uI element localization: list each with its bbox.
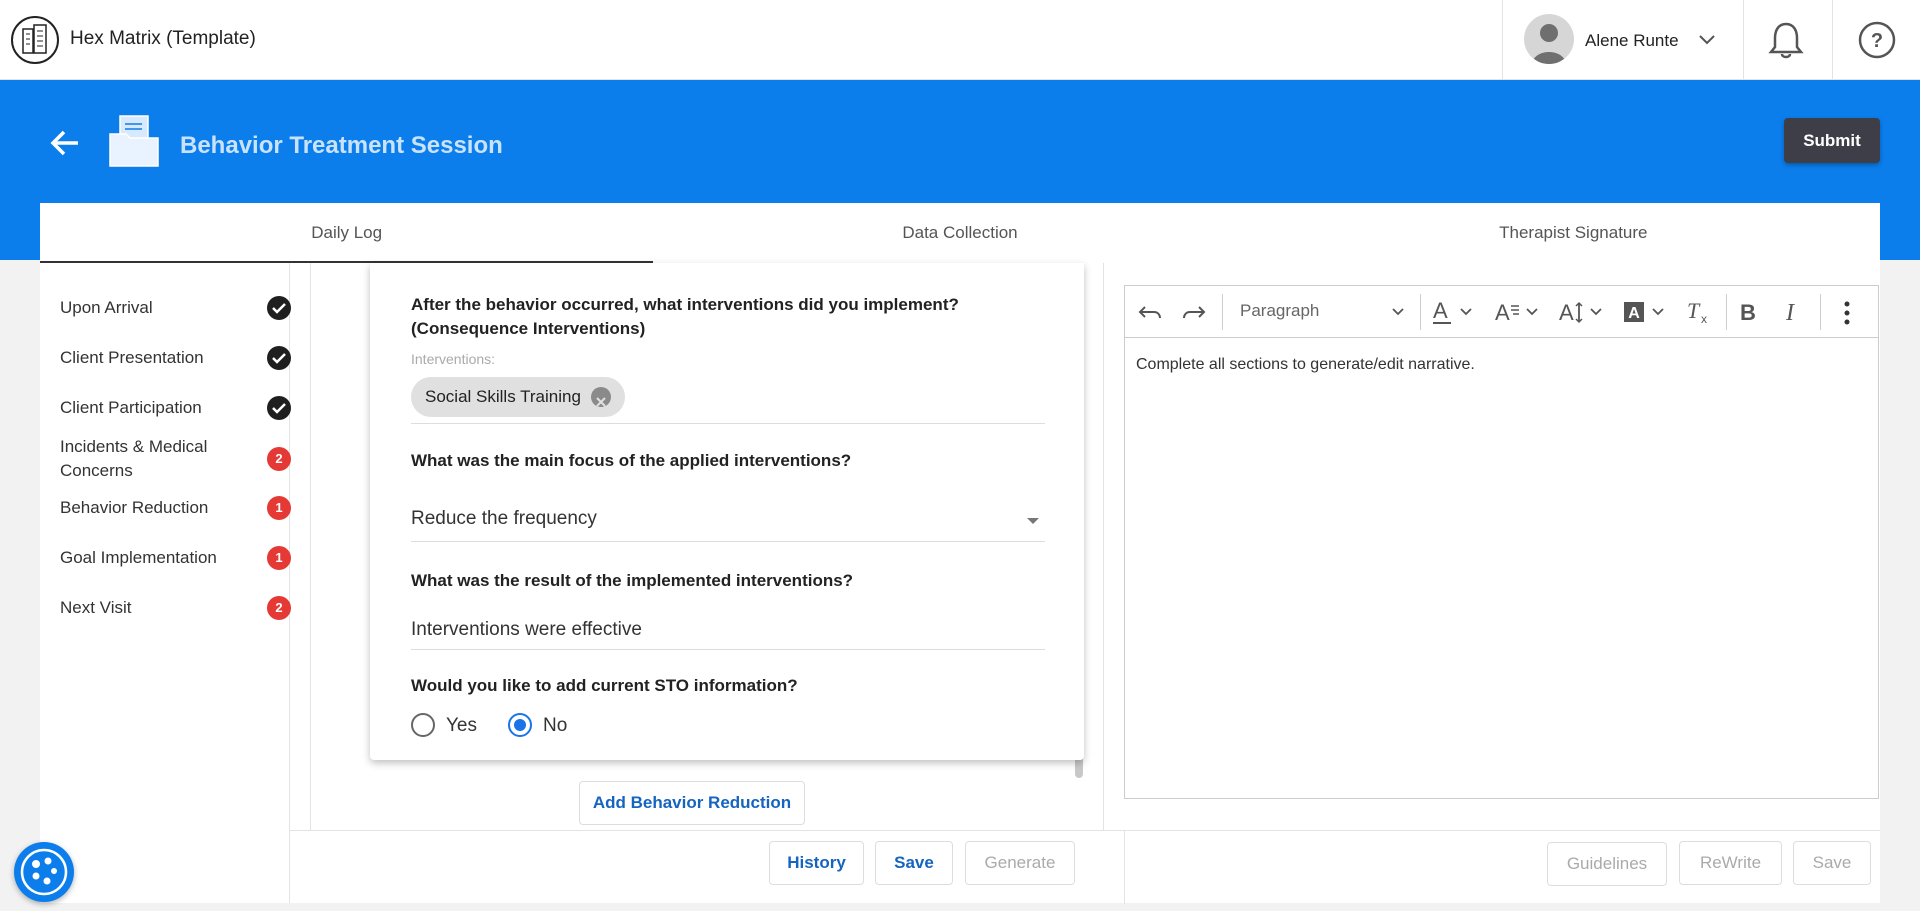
narrative-save-button[interactable]: Save	[1793, 841, 1871, 885]
paragraph-select[interactable]: Paragraph	[1240, 301, 1319, 321]
font-color-icon[interactable]: A	[1431, 298, 1477, 326]
interventions-underline	[411, 423, 1045, 424]
status-badge: 1	[267, 546, 291, 570]
status-badge: 1	[267, 496, 291, 520]
toolbar-divider	[1820, 294, 1821, 330]
folder-documents-icon	[109, 115, 159, 167]
tab-data-collection[interactable]: Data Collection	[653, 203, 1266, 263]
question-sto-info: Would you like to add current STO inform…	[411, 676, 798, 695]
radio-no[interactable]	[508, 713, 532, 737]
history-button[interactable]: History	[769, 841, 864, 885]
question-main-focus: What was the main focus of the applied i…	[411, 451, 852, 470]
column-divider	[1124, 831, 1125, 904]
generate-button[interactable]: Generate	[965, 841, 1075, 885]
interventions-label: Interventions:	[411, 351, 496, 367]
floating-menu-button[interactable]	[14, 842, 74, 902]
chevron-down-icon[interactable]	[1697, 30, 1717, 50]
app-title: Hex Matrix (Template)	[70, 28, 256, 49]
chip-label: Social Skills Training	[425, 387, 581, 406]
help-icon[interactable]: ?	[1857, 20, 1897, 60]
clear-formatting-icon[interactable]: T x	[1685, 298, 1715, 326]
sidebar-item-label: Upon Arrival	[60, 298, 153, 317]
back-arrow-icon[interactable]	[48, 126, 82, 160]
intervention-chip[interactable]: Social Skills Training	[411, 377, 625, 417]
sidebar-item-label: Goal Implementation	[60, 548, 217, 567]
bell-icon[interactable]	[1768, 20, 1804, 60]
guidelines-button[interactable]: Guidelines	[1547, 842, 1667, 886]
rich-text-editor: Paragraph A A A A T x B I Complete all s…	[1124, 285, 1879, 799]
dots-circle-icon	[20, 848, 68, 896]
radio-yes[interactable]	[411, 713, 435, 737]
italic-icon[interactable]: I	[1782, 298, 1804, 326]
user-menu[interactable]: Alene Runte	[1502, 0, 1744, 80]
radio-yes-label[interactable]: Yes	[446, 715, 477, 737]
sidebar-item-label: Incidents & Medical Concerns	[60, 437, 208, 480]
avatar	[1524, 14, 1574, 64]
behavior-reduction-card: After the behavior occurred, what interv…	[370, 263, 1084, 760]
redo-icon[interactable]	[1181, 300, 1207, 324]
editor-toolbar: Paragraph A A A A T x B I	[1125, 286, 1878, 338]
toolbar-divider	[1726, 294, 1727, 330]
page-title: Behavior Treatment Session	[180, 132, 503, 159]
svg-text:A: A	[1628, 305, 1640, 322]
svg-text:I: I	[1785, 300, 1795, 326]
tab-therapist-signature[interactable]: Therapist Signature	[1267, 203, 1880, 263]
top-bar: Hex Matrix (Template) Alene Runte ?	[0, 0, 1920, 80]
more-vertical-icon[interactable]	[1842, 300, 1852, 326]
caret-down-icon[interactable]	[1027, 518, 1039, 524]
font-size-icon[interactable]: A	[1557, 298, 1609, 326]
toolbar-divider	[1420, 294, 1421, 330]
undo-icon[interactable]	[1137, 300, 1163, 324]
svg-text:A: A	[1559, 300, 1574, 325]
sidebar-item-label: Client Participation	[60, 398, 202, 417]
section-sidebar: Upon Arrival Client Presentation Client …	[40, 263, 291, 903]
svg-text:x: x	[1701, 312, 1707, 326]
tab-daily-log[interactable]: Daily Log	[40, 203, 654, 263]
svg-text:B: B	[1740, 300, 1756, 325]
tab-bar: Daily Log Data Collection Therapist Sign…	[40, 203, 1880, 263]
status-badge: 2	[267, 596, 291, 620]
check-icon	[267, 346, 291, 370]
result-underline	[411, 649, 1045, 650]
highlight-color-icon[interactable]: A	[1623, 298, 1669, 326]
question-consequence-interventions: After the behavior occurred, what interv…	[411, 295, 959, 338]
check-icon	[267, 296, 291, 320]
user-name: Alene Runte	[1585, 31, 1679, 50]
submit-button[interactable]: Submit	[1784, 118, 1880, 163]
bold-icon[interactable]: B	[1736, 298, 1762, 326]
focus-underline	[411, 541, 1045, 542]
focus-select[interactable]: Reduce the frequency	[411, 508, 597, 530]
sidebar-item-label: Client Presentation	[60, 348, 204, 367]
question-result: What was the result of the implemented i…	[411, 571, 854, 590]
svg-text:?: ?	[1871, 30, 1883, 52]
rewrite-button[interactable]: ReWrite	[1679, 841, 1782, 885]
close-icon[interactable]	[590, 387, 611, 407]
radio-no-label[interactable]: No	[543, 715, 567, 737]
font-family-icon[interactable]: A	[1493, 298, 1545, 326]
main-content: Upon Arrival Client Presentation Client …	[40, 263, 1880, 904]
chevron-down-icon[interactable]	[1390, 304, 1406, 320]
building-logo-icon	[11, 16, 59, 64]
save-button[interactable]: Save	[875, 841, 953, 885]
result-input[interactable]: Interventions were effective	[411, 619, 642, 641]
check-icon	[267, 396, 291, 420]
narrative-text[interactable]: Complete all sections to generate/edit n…	[1136, 356, 1475, 374]
add-behavior-reduction-button[interactable]: Add Behavior Reduction	[579, 781, 805, 825]
status-badge: 2	[267, 447, 291, 471]
sidebar-item-label: Behavior Reduction	[60, 498, 209, 517]
user-silhouette-icon	[1532, 24, 1566, 64]
svg-text:A: A	[1495, 300, 1510, 325]
toolbar-divider	[1222, 294, 1223, 330]
svg-text:A: A	[1433, 298, 1448, 323]
bottom-action-bar: History Save Generate Guidelines ReWrite…	[290, 830, 1880, 904]
svg-text:T: T	[1687, 298, 1701, 323]
sidebar-item-label: Next Visit	[60, 598, 132, 617]
narrative-column: Paragraph A A A A T x B I Complete all s…	[1104, 263, 1880, 830]
help-box: ?	[1832, 0, 1920, 80]
